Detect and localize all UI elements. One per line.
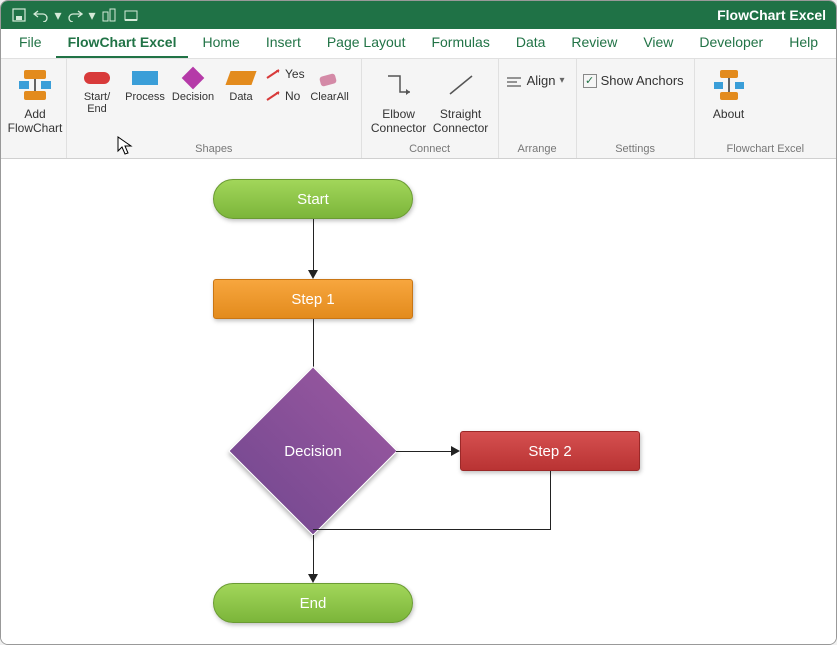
node-step1[interactable]: Step 1 [213,279,413,319]
flowchart-canvas[interactable]: Start Step 1 Decision Step 2 End [1,159,836,644]
node-end[interactable]: End [213,583,413,623]
straight-connector-button[interactable]: Straight Connector [430,63,492,139]
tab-data[interactable]: Data [504,28,558,58]
shape-decision-button[interactable]: Decision [169,63,217,103]
shape-process-label: Process [125,91,165,103]
align-dropdown[interactable]: Align ▾ [505,67,565,88]
tab-flowchart-excel[interactable]: FlowChart Excel [56,28,189,58]
undo-icon[interactable] [31,5,51,25]
elbow-connector-button[interactable]: Elbow Connector [368,63,430,139]
elbow-connector-label: Elbow Connector [370,107,428,135]
qat-icon-2[interactable] [121,5,141,25]
ribbon-group-about: About Flowchart Excel [695,59,836,158]
add-group-label [1,142,66,158]
add-flowchart-label: Add FlowChart [8,107,63,135]
yes-button[interactable]: Yes [265,67,305,81]
clear-all-button[interactable]: ClearAll [305,63,355,103]
parallelogram-icon [226,69,256,87]
elbow-connector-icon [381,67,417,103]
shape-data-button[interactable]: Data [217,63,265,103]
ribbon-group-connect: Elbow Connector Straight Connector Conne… [362,59,499,158]
pill-icon [82,69,112,87]
add-flowchart-icon [17,67,53,103]
shape-data-label: Data [229,91,252,103]
connector-start-step1[interactable] [313,219,314,271]
about-button[interactable]: About [701,63,757,125]
eraser-icon [315,69,345,87]
connector-decision-end[interactable] [313,535,314,575]
node-decision[interactable]: Decision [253,391,373,511]
ribbon: Add FlowChart Start/ End Process Decisio… [1,59,836,159]
arrowhead-icon [308,574,318,583]
tab-home[interactable]: Home [190,28,251,58]
show-anchors-checkbox[interactable]: ✓ Show Anchors [583,67,684,88]
arrange-group-label: Arrange [499,142,576,158]
checkbox-checked-icon: ✓ [583,74,597,88]
about-label: About [713,107,744,121]
pencil-yes-icon [265,68,281,80]
straight-connector-icon [443,67,479,103]
yes-label: Yes [285,67,305,81]
excel-app-window: ▾ ▾ FlowChart Excel File FlowChart Excel… [0,0,837,645]
straight-connector-label: Straight Connector [432,107,490,135]
connect-group-label: Connect [362,142,498,158]
ribbon-group-add: Add FlowChart [1,59,67,158]
tab-view[interactable]: View [631,28,685,58]
settings-group-label: Settings [577,142,694,158]
yes-no-group: Yes No [265,63,305,103]
rect-icon [130,69,160,87]
no-button[interactable]: No [265,89,305,103]
connector-step2-elbow-v[interactable] [550,471,551,529]
show-anchors-label: Show Anchors [601,73,684,88]
arrowhead-right-icon [451,446,460,456]
tab-formulas[interactable]: Formulas [419,28,501,58]
ribbon-group-settings: ✓ Show Anchors Settings [577,59,695,158]
qat-icon-1[interactable] [99,5,119,25]
app-title: FlowChart Excel [717,7,826,23]
align-label: Align [527,73,556,88]
ribbon-group-shapes: Start/ End Process Decision Data [67,59,362,158]
tab-developer[interactable]: Developer [687,28,775,58]
shape-decision-label: Decision [172,91,214,103]
node-step2[interactable]: Step 2 [460,431,640,471]
align-icon [505,74,523,88]
save-icon[interactable] [9,5,29,25]
quick-access-toolbar: ▾ ▾ [9,5,141,25]
redo-icon[interactable] [65,5,85,25]
connector-decision-step2[interactable] [396,451,452,452]
node-step2-label: Step 2 [528,443,571,460]
shape-process-button[interactable]: Process [121,63,169,103]
node-decision-label: Decision [253,391,373,511]
arrowhead-icon [308,270,318,279]
shape-start-end-label: Start/ End [84,91,110,115]
title-bar: ▾ ▾ FlowChart Excel [1,1,836,29]
clear-all-label: ClearAll [310,91,349,103]
shape-start-end-button[interactable]: Start/ End [73,63,121,115]
node-step1-label: Step 1 [291,291,334,308]
no-label: No [285,89,300,103]
node-end-label: End [300,595,327,612]
tab-insert[interactable]: Insert [254,28,313,58]
add-flowchart-button[interactable]: Add FlowChart [7,63,63,139]
undo-dropdown-icon[interactable]: ▾ [53,5,63,25]
tab-file[interactable]: File [7,28,54,58]
pencil-no-icon [265,90,281,102]
ribbon-tabs: File FlowChart Excel Home Insert Page La… [1,29,836,59]
about-icon [711,67,747,103]
connector-step2-elbow-h[interactable] [313,529,551,530]
node-start-label: Start [297,191,329,208]
tab-page-layout[interactable]: Page Layout [315,28,418,58]
dropdown-chevron-icon: ▾ [560,75,565,86]
node-start[interactable]: Start [213,179,413,219]
redo-dropdown-icon[interactable]: ▾ [87,5,97,25]
tab-review[interactable]: Review [559,28,629,58]
tab-help[interactable]: Help [777,28,830,58]
shapes-group-label: Shapes [67,142,361,158]
diamond-icon [178,69,208,87]
ribbon-group-arrange: Align ▾ Arrange [499,59,577,158]
about-group-label: Flowchart Excel [695,142,836,158]
